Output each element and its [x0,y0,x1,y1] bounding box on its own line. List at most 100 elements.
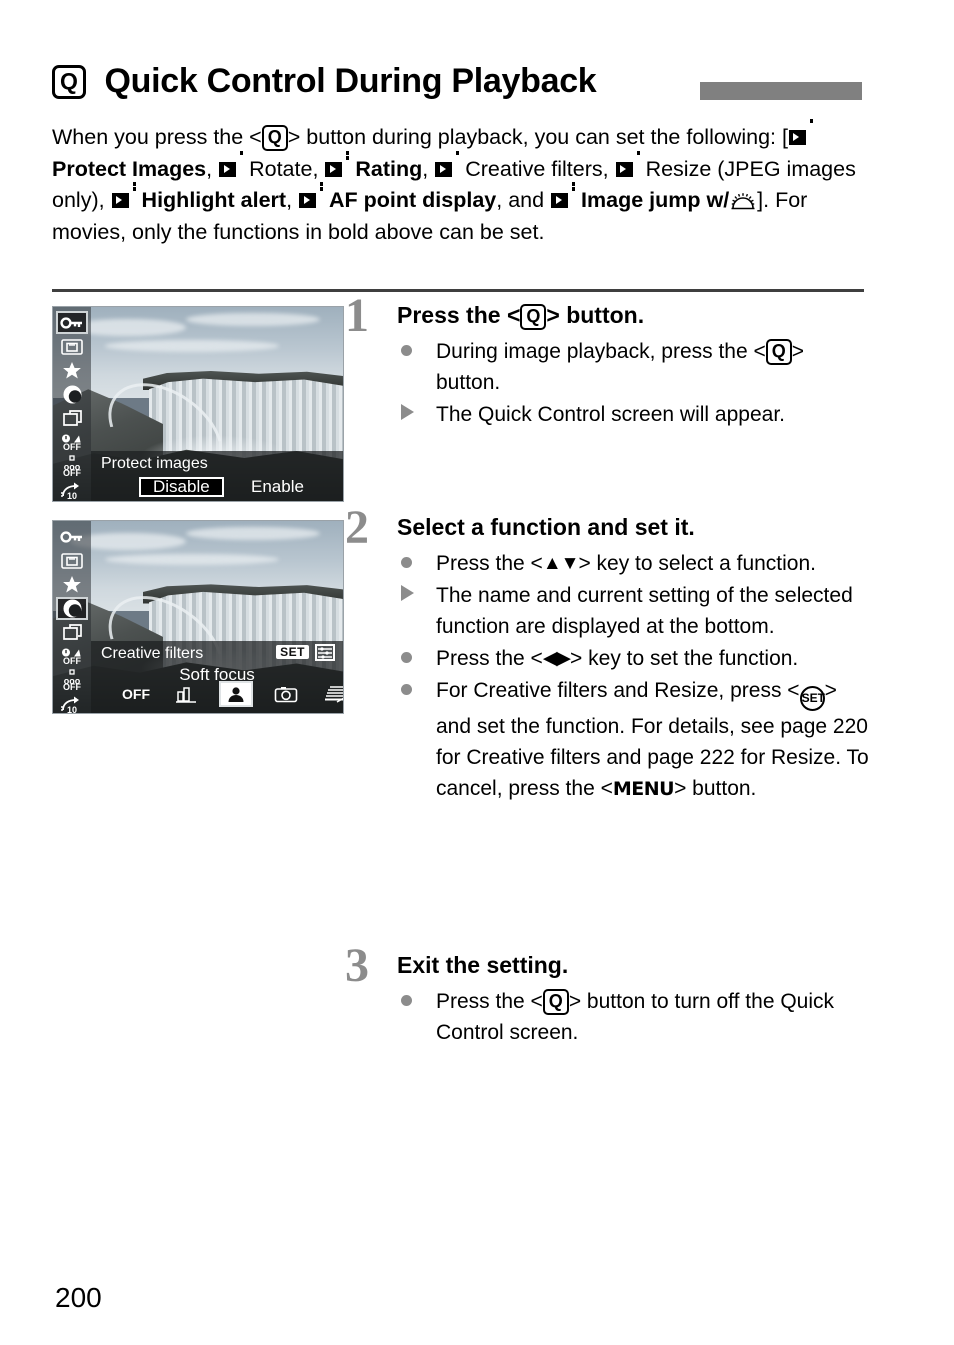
page-number: 200 [55,1282,102,1313]
bullet-text-post: > key to set the function. [570,647,799,670]
highlight-alert-icon[interactable]: OFF [56,431,88,454]
q-button-icon: Q [261,125,288,152]
function-name-label: Protect images [101,455,208,472]
playback-icon [615,150,640,186]
bullet-triangle-icon [401,399,414,430]
option-enable[interactable]: Enable [251,477,304,497]
creative-filters-icon[interactable] [56,383,88,406]
playback-icon [434,150,460,186]
left-right-key-icon: ◀▶ [542,648,571,669]
step-bullets: Press the < Q > button to turn off the Qui… [397,986,870,1048]
bullet-item: For Creative filters and Resize, press <… [397,675,870,805]
intro-text-2: > button during playback, you can set th… [287,125,681,149]
up-down-key-icon: ▲▼ [542,553,580,574]
miniature-effect-icon[interactable] [319,681,343,707]
af-point-display-icon[interactable]: ᴏᴏᴏ OFF [56,455,88,478]
step-heading-post: > button. [546,302,645,328]
step-number: 3 [345,939,369,992]
af-point-display-icon[interactable]: ᴏᴏᴏ OFF [56,669,88,692]
grainy-bw-icon[interactable] [169,681,203,707]
bullet-dot-icon [401,986,412,1017]
q-button-icon: Q [520,303,547,330]
quick-control-q-icon: Q [52,64,86,99]
bullet-item: Press the < Q > button to turn off the Qui… [397,986,870,1048]
protect-images-screen: OFF ᴏᴏᴏ OFF 10 Protect images Disable Ena… [52,306,344,502]
playback-icon [788,119,813,154]
filter-settings-icon[interactable] [315,644,335,661]
bullet-item: During image playback, press the < Q > but… [397,336,870,398]
bullet-dot-icon [401,675,412,706]
header-accent-bar [700,82,862,100]
bullet-text-pre: The name and current setting of the sele… [436,584,853,638]
bullet-text-post: > key to select a function. [578,552,816,575]
rotate-icon[interactable] [56,335,88,358]
setting-bar: Creative filters SET Soft focus OFF [91,641,343,713]
intro-item-rating: Rating [355,156,423,181]
intro-item-rotate: Rotate [249,156,313,181]
step-3: 3 Exit the setting. Press the < Q > button… [345,942,870,1049]
bullet-item: Press the <◀▶> key to set the function. [397,643,870,674]
set-button-icon: SET [799,686,825,711]
resize-icon[interactable] [56,407,88,430]
creative-filters-screen: OFF ᴏᴏᴏ OFF 10 Creative filters SET Soft … [52,520,344,714]
soft-focus-portrait-icon[interactable] [219,681,253,707]
bullet-text-pre: Press the < [436,647,543,670]
option-disable[interactable]: Disable [139,477,224,497]
intro-item-image-jump: Image jump w/ [581,188,730,212]
playback-icon [111,182,136,217]
bullet-dot-icon [401,643,412,674]
filter-options-row: OFF [91,681,343,709]
page-title: Quick Control During Playback [104,62,597,100]
intro-item-protect-images: Protect Images [52,156,207,181]
bullet-text-pre: The Quick Control screen will appear. [436,403,785,426]
step-heading: Press the < Q > button. [397,300,870,330]
image-jump-icon[interactable]: 10 [56,693,88,714]
image-jump-icon[interactable]: 10 [56,479,88,501]
intro-paragraph: When you press the < Q > button during pla… [52,119,864,248]
set-badge: SET [276,645,309,659]
setting-bar: Protect images Disable Enable [91,451,343,501]
q-button-icon: Q [765,339,792,366]
playback-icon [218,150,244,186]
intro-list-prefix: following: [ [686,125,788,149]
bullet-item: The Quick Control screen will appear. [397,399,870,430]
toy-camera-icon[interactable] [269,681,303,707]
rating-star-icon[interactable] [56,359,88,382]
bullet-text-pre: During image playback, press the < [436,340,766,363]
step-2: 2 Select a function and set it. Press th… [345,504,870,806]
step-heading-pre: Press the < [397,302,521,328]
bullet-item: Press the <▲▼> key to select a function. [397,548,870,579]
bullet-triangle-icon [401,580,414,611]
quick-control-sidebar: OFF ᴏᴏᴏ OFF 10 [53,521,91,713]
resize-icon[interactable] [56,621,88,644]
protect-key-icon[interactable] [56,311,88,334]
filter-off-icon[interactable]: OFF [119,681,153,707]
step-1: 1 Press the < Q > button. During image pla… [345,292,870,431]
playback-icon [550,182,576,217]
intro-text-1: When you press the < [52,125,262,149]
step-number: 2 [345,501,369,554]
svg-text:10: 10 [67,705,77,714]
bullet-item: The name and current setting of the sele… [397,580,870,642]
bullet-text-pre: Press the < [436,552,543,575]
main-dial-icon [730,188,756,210]
q-button-icon: Q [542,989,569,1016]
playback-icon [324,150,350,186]
bullet-dot-icon [401,336,412,367]
creative-filters-icon[interactable] [56,597,88,620]
bullet-text-pre: Press the < [436,990,543,1013]
quick-control-sidebar: OFF ᴏᴏᴏ OFF 10 [53,307,91,501]
section-divider [52,289,864,292]
highlight-alert-icon[interactable]: OFF [56,645,88,668]
intro-item-af-point-display: AF point display [329,188,497,212]
step-bullets: Press the <▲▼> key to select a function.… [397,548,870,805]
step-number: 1 [345,289,369,342]
rating-star-icon[interactable] [56,573,88,596]
step-bullets: During image playback, press the < Q > but… [397,336,870,430]
svg-text:10: 10 [67,491,77,500]
menu-button-icon: MENU [612,778,675,800]
rotate-icon[interactable] [56,549,88,572]
step-heading: Exit the setting. [397,952,569,978]
step-heading: Select a function and set it. [397,514,695,540]
protect-key-icon[interactable] [56,525,88,548]
